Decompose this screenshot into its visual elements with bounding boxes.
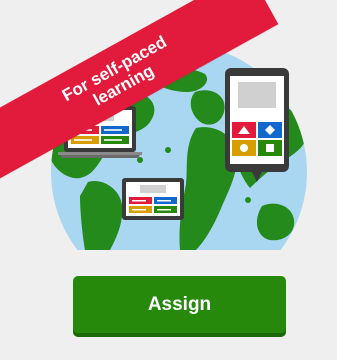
assign-button[interactable]: Assign (73, 276, 286, 333)
tablet-icon (225, 68, 289, 182)
self-paced-card: For self-paced learning Assign (0, 0, 337, 360)
monitor-icon (122, 178, 184, 220)
